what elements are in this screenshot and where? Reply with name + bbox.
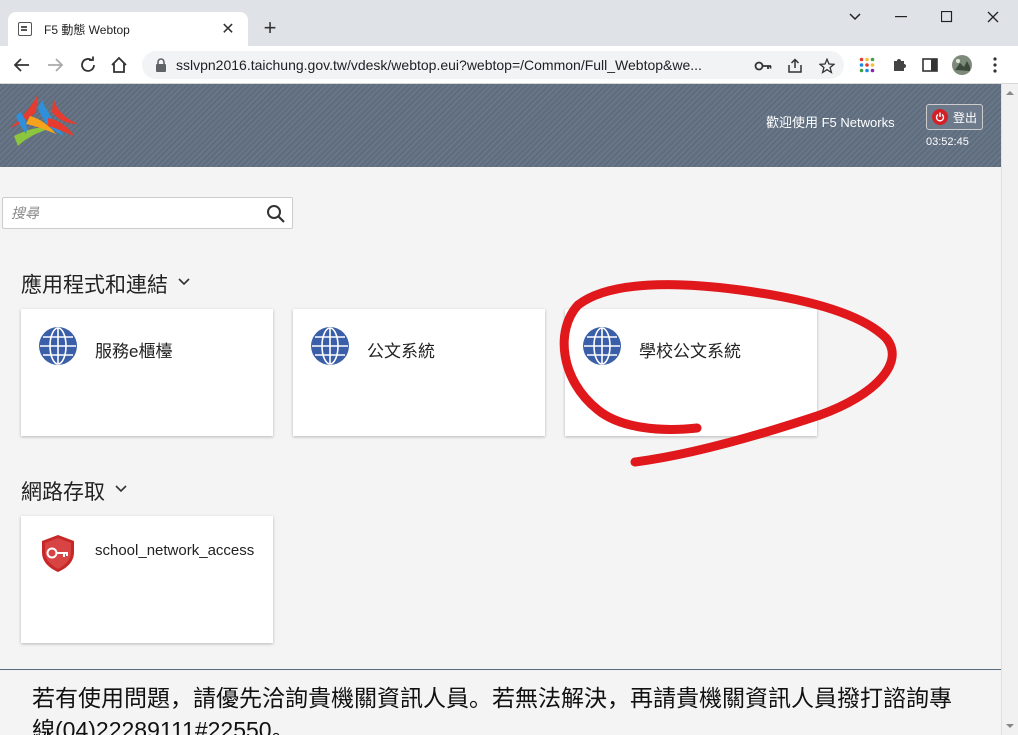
section-title: 網路存取 — [21, 481, 105, 504]
browser-tab[interactable]: F5 動態 Webtop ✕ — [8, 12, 248, 46]
browser-titlebar: F5 動態 Webtop ✕ + — [0, 0, 1018, 46]
chevron-down-icon — [849, 13, 861, 21]
app-card-label: 公文系統 — [367, 342, 435, 361]
close-window-button[interactable] — [970, 4, 1016, 30]
app-card-label: school_network_access — [95, 542, 255, 559]
network-access-shield-icon — [42, 535, 74, 572]
section-apps-links-header[interactable]: 應用程式和連結 — [21, 269, 190, 299]
maximize-button[interactable] — [924, 4, 970, 30]
arrow-left-icon — [13, 58, 29, 72]
app-card-school-document-system[interactable]: 學校公文系統 — [565, 309, 817, 436]
page-icon — [18, 22, 32, 36]
close-icon — [987, 11, 999, 23]
maximize-icon — [941, 11, 953, 23]
home-icon — [111, 56, 127, 73]
chevron-down-icon — [178, 278, 190, 290]
forward-button[interactable] — [43, 53, 67, 77]
chevron-down-icon — [115, 485, 127, 497]
globe-icon — [583, 327, 621, 365]
globe-icon — [39, 327, 77, 365]
footer-divider — [0, 669, 1001, 670]
back-button[interactable] — [10, 53, 34, 77]
search-box — [2, 197, 293, 229]
browser-toolbar: sslvpn2016.taichung.gov.tw/vdesk/webtop.… — [0, 46, 1018, 84]
window-dropdown-button[interactable] — [832, 4, 878, 30]
webtop-header: 歡迎使用 F5 Networks 登出 03:52:45 — [0, 84, 1001, 167]
new-tab-button[interactable]: + — [258, 16, 282, 40]
section-network-access-header[interactable]: 網路存取 — [21, 476, 127, 506]
tab-close-button[interactable]: ✕ — [218, 19, 238, 39]
bookmark-star-icon[interactable] — [818, 57, 836, 75]
page-scrollbar[interactable] — [1001, 84, 1018, 735]
section-title: 應用程式和連結 — [21, 274, 168, 297]
scroll-down-arrow-icon[interactable] — [1005, 721, 1015, 731]
key-icon[interactable] — [754, 57, 772, 75]
reload-button[interactable] — [76, 53, 100, 77]
extensions-puzzle-icon[interactable] — [889, 55, 909, 75]
minimize-button[interactable] — [878, 4, 924, 30]
arrow-right-icon — [48, 58, 64, 72]
app-card-service-counter[interactable]: 服務e櫃檯 — [21, 309, 273, 436]
extension-grid-icon[interactable] — [857, 55, 877, 75]
app-card-document-system[interactable]: 公文系統 — [293, 309, 545, 436]
share-icon[interactable] — [786, 57, 804, 75]
globe-icon — [311, 327, 349, 365]
session-clock: 03:52:45 — [926, 136, 969, 148]
browser-menu-kebab-icon[interactable] — [985, 55, 1005, 75]
home-button[interactable] — [107, 53, 131, 77]
profile-avatar[interactable] — [952, 55, 972, 75]
side-panel-icon[interactable] — [920, 55, 940, 75]
logout-button[interactable]: 登出 — [926, 104, 983, 130]
scroll-up-arrow-icon[interactable] — [1005, 88, 1015, 98]
address-bar[interactable]: sslvpn2016.taichung.gov.tw/vdesk/webtop.… — [142, 51, 844, 79]
lock-icon[interactable] — [152, 58, 170, 72]
minimize-icon — [895, 16, 907, 18]
network-access-card[interactable]: school_network_access — [21, 516, 273, 643]
footer-notice: 若有使用問題，請優先洽詢貴機關資訊人員。若無法解決，再請貴機關資訊人員撥打諮詢專… — [32, 685, 952, 735]
app-card-label: 學校公文系統 — [639, 342, 741, 361]
search-input[interactable] — [3, 198, 253, 228]
app-card-label: 服務e櫃檯 — [95, 342, 173, 361]
taichung-logo — [10, 92, 78, 146]
search-icon[interactable] — [266, 204, 286, 224]
logout-label: 登出 — [953, 110, 978, 125]
reload-icon — [81, 56, 95, 72]
tab-title: F5 動態 Webtop — [44, 22, 130, 37]
url-text[interactable]: sslvpn2016.taichung.gov.tw/vdesk/webtop.… — [176, 57, 736, 73]
power-icon — [932, 109, 948, 125]
welcome-text: 歡迎使用 F5 Networks — [766, 115, 895, 130]
